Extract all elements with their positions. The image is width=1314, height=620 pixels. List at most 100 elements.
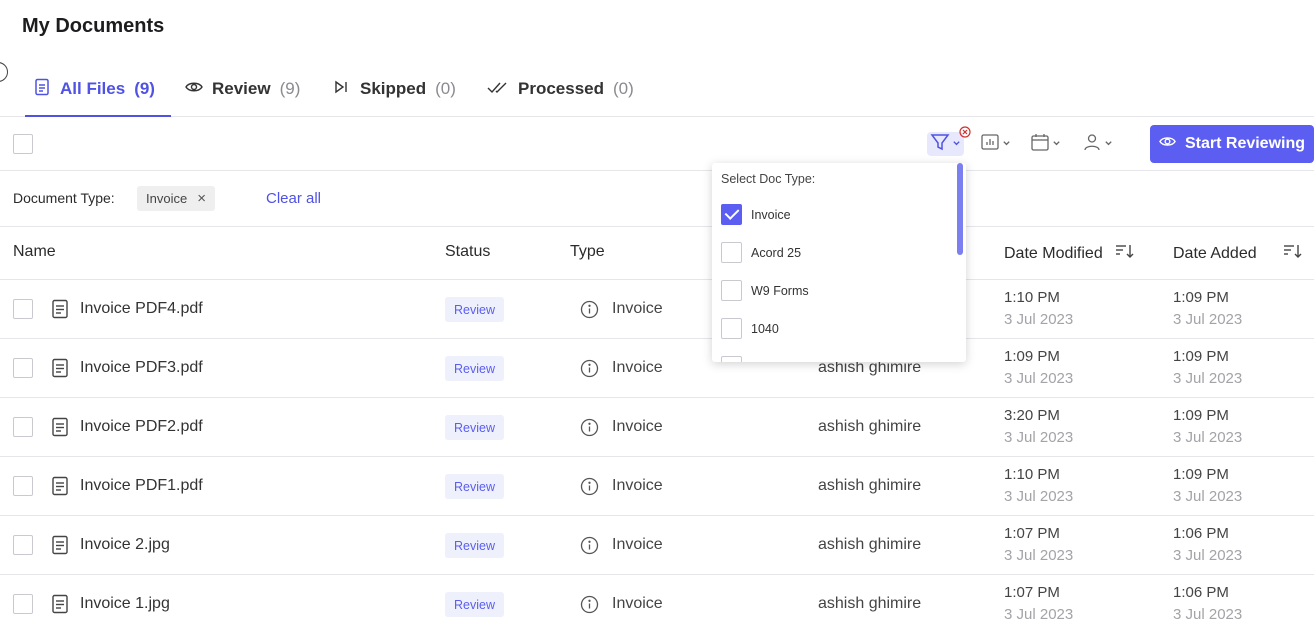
table-row[interactable]: Invoice PDF1.pdf Review Invoice ashish g… [0,457,1314,516]
info-icon[interactable] [580,300,599,319]
close-icon[interactable]: × [197,190,206,207]
document-icon [33,78,51,101]
owner-name: ashish ghimire [818,418,922,435]
table-row[interactable]: Invoice PDF4.pdf Review Invoice 1:10 PM … [0,280,1314,339]
modified-date: 3 Jul 2023 [1004,311,1074,328]
row-checkbox[interactable] [13,535,33,555]
filter-chip: Invoice × [137,186,215,211]
table-row[interactable]: Invoice PDF2.pdf Review Invoice ashish g… [0,398,1314,457]
file-name[interactable]: Invoice PDF2.pdf [80,418,203,436]
modified-time: 1:07 PM [1004,525,1060,542]
column-header-date-modified[interactable]: Date Modified [1004,243,1135,264]
tab-label: Review [212,79,271,98]
sort-icon[interactable] [1283,243,1303,264]
tab-skipped[interactable]: Skipped (0) [333,62,456,116]
toolbar [0,118,1314,171]
row-checkbox[interactable] [13,594,33,614]
added-date: 3 Jul 2023 [1173,547,1243,564]
option-checkbox[interactable] [721,318,742,339]
eye-icon [185,78,203,101]
doc-type-option[interactable]: Acord 25 [721,242,801,263]
option-checkbox[interactable] [721,280,742,301]
doc-type-option[interactable]: 1040 [721,318,779,339]
dropdown-scrollbar[interactable] [957,163,963,255]
sort-icon[interactable] [1115,243,1135,264]
doc-type-option[interactable]: Form 1120 [721,356,811,362]
chevron-down-icon [1052,135,1061,153]
select-all-checkbox[interactable] [13,134,33,154]
info-icon[interactable] [580,595,599,614]
doc-type: Invoice [612,477,663,494]
added-time: 1:09 PM [1173,289,1229,306]
file-icon [51,594,69,614]
doc-type-option[interactable]: W9 Forms [721,280,809,301]
columns-button[interactable] [980,132,1011,156]
modified-time: 1:10 PM [1004,466,1060,483]
date-filter-button[interactable] [1030,132,1061,156]
column-header-name[interactable]: Name [13,243,56,261]
info-icon[interactable] [580,418,599,437]
tab-label: Processed [518,79,604,98]
row-checkbox[interactable] [13,417,33,437]
file-name[interactable]: Invoice 2.jpg [80,536,170,554]
file-icon [51,358,69,378]
modified-date: 3 Jul 2023 [1004,606,1074,620]
skip-icon [333,78,351,101]
file-icon [51,535,69,555]
user-filter-button[interactable] [1082,132,1113,156]
tab-count: (9) [279,79,301,98]
calendar-icon [1030,132,1050,157]
added-date: 3 Jul 2023 [1173,311,1243,328]
column-header-date-added[interactable]: Date Added [1173,243,1303,264]
file-name[interactable]: Invoice PDF1.pdf [80,477,203,495]
page-title: My Documents [22,15,165,37]
dropdown-title: Select Doc Type: [721,172,816,186]
file-icon [51,417,69,437]
info-icon[interactable] [580,536,599,555]
doc-type-option[interactable]: Invoice [721,204,791,225]
start-reviewing-button[interactable]: Start Reviewing [1150,125,1314,163]
table-header: Name Status Type Date Modified Date Adde… [0,227,1314,280]
info-icon[interactable] [580,477,599,496]
row-checkbox[interactable] [13,358,33,378]
file-name[interactable]: Invoice PDF3.pdf [80,359,203,377]
clear-filter-icon[interactable] [959,125,971,138]
tab-bar: All Files (9) Review (9) Skipped (0) Pro… [0,62,1314,117]
file-name[interactable]: Invoice 1.jpg [80,595,170,613]
file-name[interactable]: Invoice PDF4.pdf [80,300,203,318]
tab-review[interactable]: Review (9) [185,62,300,116]
doc-type: Invoice [612,300,663,317]
date-added-label: Date Added [1173,244,1257,262]
info-icon[interactable] [580,359,599,378]
row-checkbox[interactable] [13,476,33,496]
option-label: Invoice [751,207,791,222]
eye-icon [1159,133,1176,155]
chevron-down-icon [1104,135,1113,153]
status-badge: Review [445,533,504,558]
date-modified-label: Date Modified [1004,244,1103,262]
user-icon [1082,132,1102,157]
table-row[interactable]: Invoice 1.jpg Review Invoice ashish ghim… [0,575,1314,620]
start-reviewing-label: Start Reviewing [1184,135,1306,152]
option-label: Form 1120 [751,360,811,363]
modified-time: 3:20 PM [1004,407,1060,424]
file-icon [51,476,69,496]
table-row[interactable]: Invoice 2.jpg Review Invoice ashish ghim… [0,516,1314,575]
table-row[interactable]: Invoice PDF3.pdf Review Invoice ashish g… [0,339,1314,398]
column-header-type[interactable]: Type [570,243,605,261]
column-header-status[interactable]: Status [445,243,490,261]
filter-icon [930,132,950,157]
doc-type: Invoice [612,418,663,435]
option-checkbox[interactable] [721,356,742,362]
clear-all-link[interactable]: Clear all [266,190,321,207]
modified-date: 3 Jul 2023 [1004,370,1074,387]
added-date: 3 Jul 2023 [1173,370,1243,387]
row-checkbox[interactable] [13,299,33,319]
owner-name: ashish ghimire [818,595,922,612]
tab-processed[interactable]: Processed (0) [487,62,634,116]
option-checkbox[interactable] [721,204,742,225]
option-label: Acord 25 [751,245,802,260]
added-date: 3 Jul 2023 [1173,429,1243,446]
tab-all-files[interactable]: All Files (9) [25,62,171,117]
option-checkbox[interactable] [721,242,742,263]
